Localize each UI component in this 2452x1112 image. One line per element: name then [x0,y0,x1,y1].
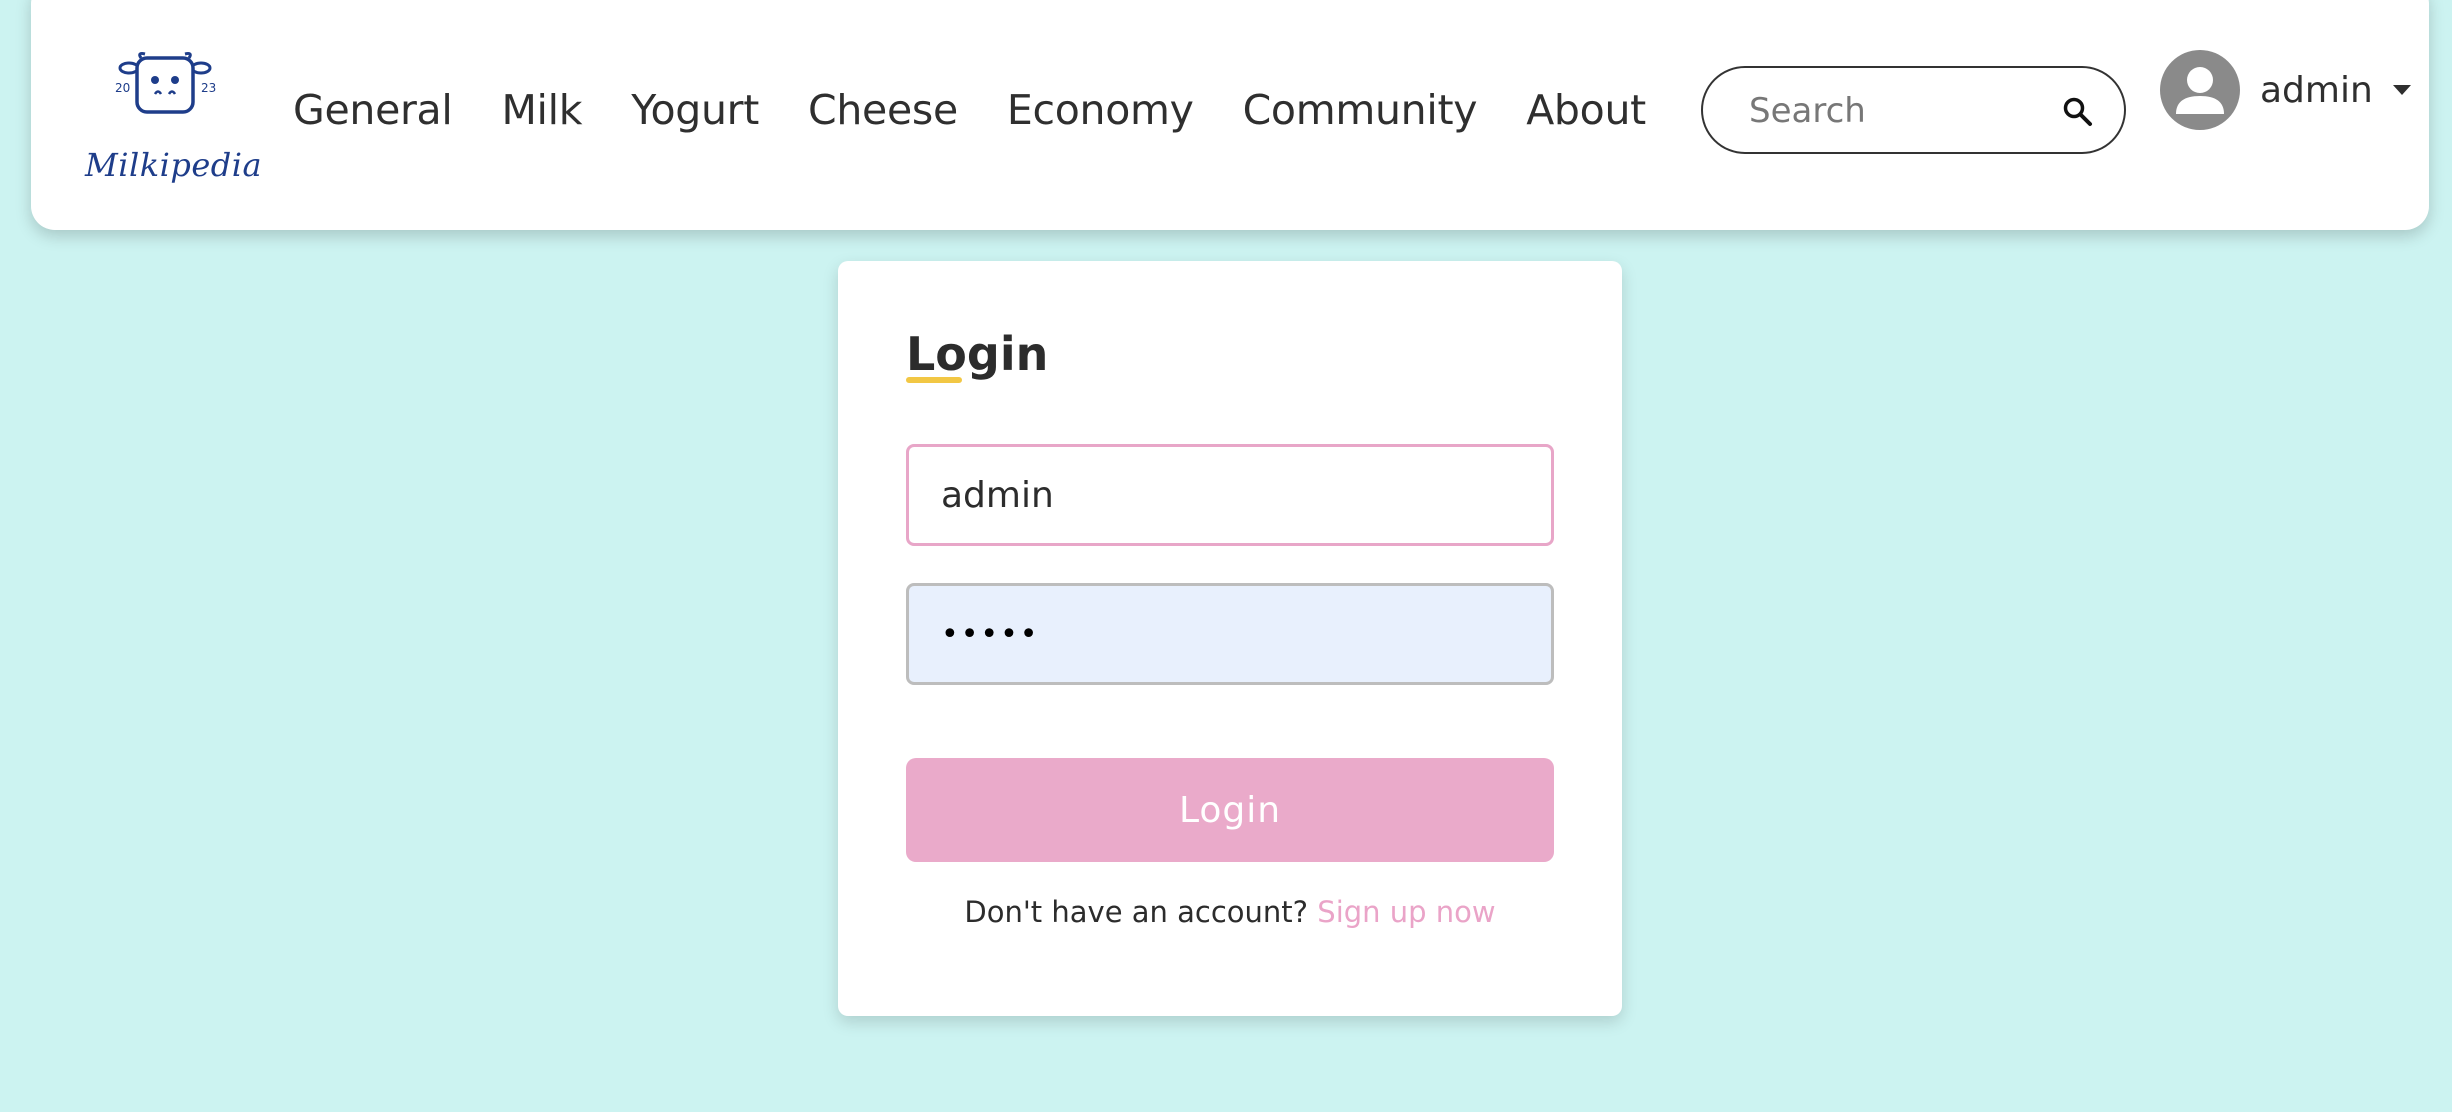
title-underline [906,377,962,383]
nav-about[interactable]: About [1526,86,1646,134]
username-field[interactable] [906,444,1554,546]
top-navbar: 20 23 Milkipedia General Milk Yogurt Che… [31,0,2429,230]
logo-year-left: 20 [115,81,130,95]
logo-text: Milkipedia [85,146,263,184]
search-icon[interactable] [2062,96,2094,128]
search-box [1701,66,2126,154]
login-button[interactable]: Login [906,758,1554,862]
user-name[interactable]: admin [2260,70,2373,111]
nav-community[interactable]: Community [1243,86,1478,134]
signup-prompt: Don't have an account? [964,895,1309,929]
login-card: Login Login Don't have an account? Sign … [838,261,1622,1016]
signup-line: Don't have an account? Sign up now [906,895,1554,929]
nav-cheese[interactable]: Cheese [808,86,958,134]
nav-economy[interactable]: Economy [1007,86,1194,134]
password-field[interactable] [906,583,1554,685]
signup-link[interactable]: Sign up now [1317,895,1495,929]
login-title: Login [906,327,1049,381]
logo-year-right: 23 [201,81,216,95]
main-nav: General Milk Yogurt Cheese Economy Commu… [293,80,1646,140]
nav-yogurt[interactable]: Yogurt [631,86,759,134]
user-menu[interactable]: admin [2160,50,2411,130]
nav-milk[interactable]: Milk [501,86,582,134]
search-input[interactable] [1749,86,2039,136]
site-logo[interactable]: 20 23 Milkipedia [85,50,262,184]
user-avatar-icon[interactable] [2160,50,2240,130]
caret-down-icon[interactable] [2392,85,2411,95]
cow-face-icon: 20 23 [115,52,216,114]
nav-general[interactable]: General [293,86,453,134]
